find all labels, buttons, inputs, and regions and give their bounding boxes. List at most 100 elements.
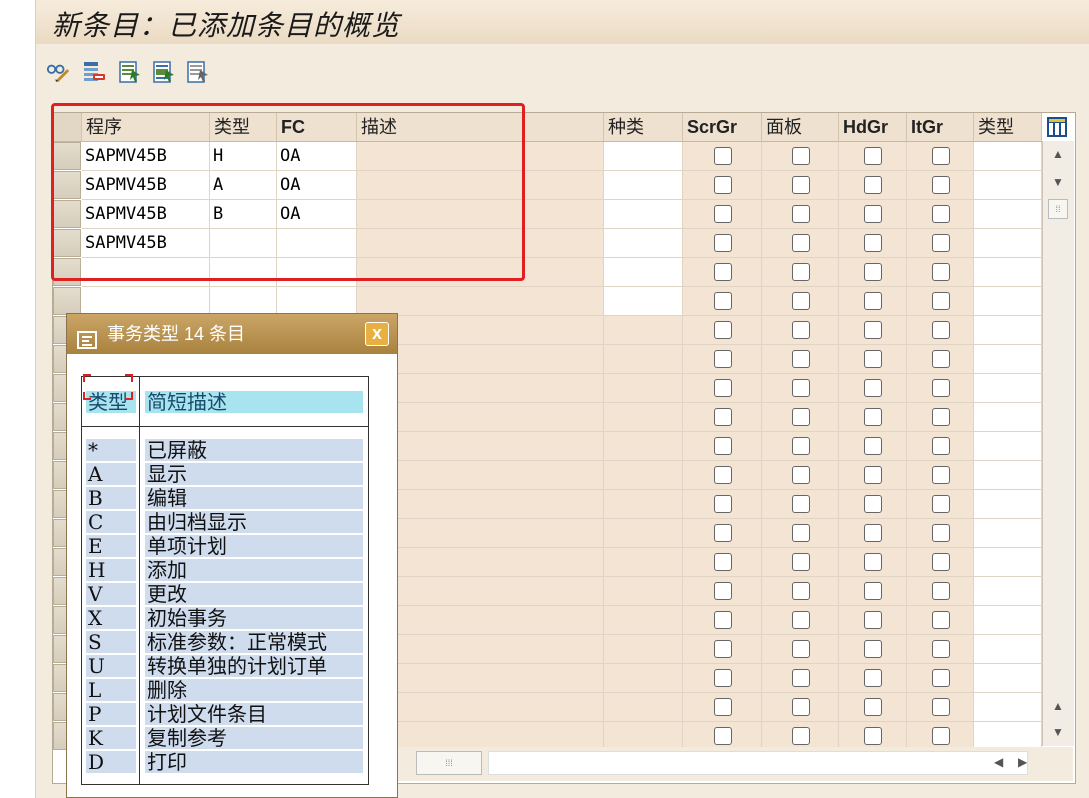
table-settings-icon[interactable] bbox=[1046, 116, 1068, 138]
cell-hdgr[interactable] bbox=[839, 606, 907, 635]
value-help-code[interactable]: L bbox=[86, 679, 136, 701]
cell-scrgr[interactable] bbox=[683, 287, 762, 316]
value-help-code[interactable]: H bbox=[86, 559, 136, 581]
cell-scrgr[interactable] bbox=[683, 345, 762, 374]
scrgr-checkbox[interactable] bbox=[714, 495, 732, 513]
column-header-panel[interactable]: 面板 bbox=[762, 113, 839, 141]
cell-hdgr[interactable] bbox=[839, 461, 907, 490]
scrgr-checkbox[interactable] bbox=[714, 582, 732, 600]
value-help-code[interactable]: V bbox=[86, 583, 136, 605]
hdgr-checkbox[interactable] bbox=[864, 379, 882, 397]
cell-panel[interactable] bbox=[762, 171, 839, 200]
scroll-thumb[interactable]: ⁞⁞ bbox=[1048, 199, 1068, 219]
cell-kind[interactable] bbox=[604, 142, 683, 171]
hdgr-checkbox[interactable] bbox=[864, 582, 882, 600]
itgr-checkbox[interactable] bbox=[932, 698, 950, 716]
scrgr-checkbox[interactable] bbox=[714, 553, 732, 571]
scrgr-checkbox[interactable] bbox=[714, 611, 732, 629]
panel-checkbox[interactable] bbox=[792, 379, 810, 397]
hdgr-checkbox[interactable] bbox=[864, 292, 882, 310]
itgr-checkbox[interactable] bbox=[932, 292, 950, 310]
scrgr-checkbox[interactable] bbox=[714, 640, 732, 658]
cell-scrgr[interactable] bbox=[683, 403, 762, 432]
panel-checkbox[interactable] bbox=[792, 640, 810, 658]
cell-itgr[interactable] bbox=[907, 229, 974, 258]
cell-itgr[interactable] bbox=[907, 403, 974, 432]
scrgr-checkbox[interactable] bbox=[714, 437, 732, 455]
cell-scrgr[interactable] bbox=[683, 229, 762, 258]
value-help-description[interactable]: 更改 bbox=[145, 583, 363, 605]
cell-scrgr[interactable] bbox=[683, 200, 762, 229]
cell-hdgr[interactable] bbox=[839, 635, 907, 664]
value-help-code[interactable]: P bbox=[86, 703, 136, 725]
cell-itgr[interactable] bbox=[907, 345, 974, 374]
cell-hdgr[interactable] bbox=[839, 548, 907, 577]
panel-checkbox[interactable] bbox=[792, 524, 810, 542]
scroll-up-icon[interactable]: ▲ bbox=[1051, 147, 1065, 161]
itgr-checkbox[interactable] bbox=[932, 234, 950, 252]
value-help-header-type[interactable]: 类型 bbox=[86, 391, 136, 413]
cell-kind[interactable] bbox=[604, 258, 683, 287]
scroll-page-down-icon[interactable]: ▼ bbox=[1051, 725, 1065, 739]
value-help-code[interactable]: B bbox=[86, 487, 136, 509]
value-help-description[interactable]: 添加 bbox=[145, 559, 363, 581]
panel-checkbox[interactable] bbox=[792, 292, 810, 310]
cell-kind[interactable] bbox=[604, 577, 683, 606]
itgr-checkbox[interactable] bbox=[932, 205, 950, 223]
cell-scrgr[interactable] bbox=[683, 171, 762, 200]
cell-type-2[interactable] bbox=[974, 142, 1042, 171]
cell-itgr[interactable] bbox=[907, 490, 974, 519]
cell-panel[interactable] bbox=[762, 142, 839, 171]
value-help-header-desc[interactable]: 简短描述 bbox=[145, 391, 363, 413]
cell-itgr[interactable] bbox=[907, 577, 974, 606]
itgr-checkbox[interactable] bbox=[932, 437, 950, 455]
hdgr-checkbox[interactable] bbox=[864, 350, 882, 368]
cell-type-2[interactable] bbox=[974, 577, 1042, 606]
cell-type-2[interactable] bbox=[974, 606, 1042, 635]
hdgr-checkbox[interactable] bbox=[864, 524, 882, 542]
scrgr-checkbox[interactable] bbox=[714, 321, 732, 339]
cell-type-2[interactable] bbox=[974, 693, 1042, 722]
cell-panel[interactable] bbox=[762, 229, 839, 258]
cell-type[interactable] bbox=[210, 287, 277, 316]
panel-checkbox[interactable] bbox=[792, 437, 810, 455]
cell-type-2[interactable] bbox=[974, 403, 1042, 432]
scrgr-checkbox[interactable] bbox=[714, 524, 732, 542]
itgr-checkbox[interactable] bbox=[932, 611, 950, 629]
cell-itgr[interactable] bbox=[907, 519, 974, 548]
cell-panel[interactable] bbox=[762, 577, 839, 606]
cell-fc[interactable] bbox=[277, 287, 357, 316]
cell-itgr[interactable] bbox=[907, 664, 974, 693]
panel-checkbox[interactable] bbox=[792, 611, 810, 629]
cell-type-2[interactable] bbox=[974, 374, 1042, 403]
cell-panel[interactable] bbox=[762, 316, 839, 345]
cell-scrgr[interactable] bbox=[683, 316, 762, 345]
hdgr-checkbox[interactable] bbox=[864, 669, 882, 687]
cell-itgr[interactable] bbox=[907, 142, 974, 171]
cell-panel[interactable] bbox=[762, 606, 839, 635]
select-block-icon[interactable] bbox=[152, 60, 176, 84]
cell-type-2[interactable] bbox=[974, 287, 1042, 316]
cell-kind[interactable] bbox=[604, 171, 683, 200]
cell-hdgr[interactable] bbox=[839, 258, 907, 287]
hdgr-checkbox[interactable] bbox=[864, 640, 882, 658]
cell-panel[interactable] bbox=[762, 490, 839, 519]
cell-itgr[interactable] bbox=[907, 287, 974, 316]
value-help-description[interactable]: 由归档显示 bbox=[145, 511, 363, 533]
cell-panel[interactable] bbox=[762, 635, 839, 664]
hdgr-checkbox[interactable] bbox=[864, 147, 882, 165]
cell-hdgr[interactable] bbox=[839, 200, 907, 229]
cell-panel[interactable] bbox=[762, 461, 839, 490]
row-selector[interactable] bbox=[53, 287, 81, 315]
delete-row-icon[interactable] bbox=[82, 60, 106, 84]
value-help-code[interactable]: D bbox=[86, 751, 136, 773]
hdgr-checkbox[interactable] bbox=[864, 553, 882, 571]
itgr-checkbox[interactable] bbox=[932, 147, 950, 165]
cell-hdgr[interactable] bbox=[839, 664, 907, 693]
cell-kind[interactable] bbox=[604, 519, 683, 548]
cell-hdgr[interactable] bbox=[839, 229, 907, 258]
hdgr-checkbox[interactable] bbox=[864, 495, 882, 513]
cell-itgr[interactable] bbox=[907, 374, 974, 403]
cell-scrgr[interactable] bbox=[683, 374, 762, 403]
column-header-scrgr[interactable]: ScrGr bbox=[683, 113, 762, 141]
